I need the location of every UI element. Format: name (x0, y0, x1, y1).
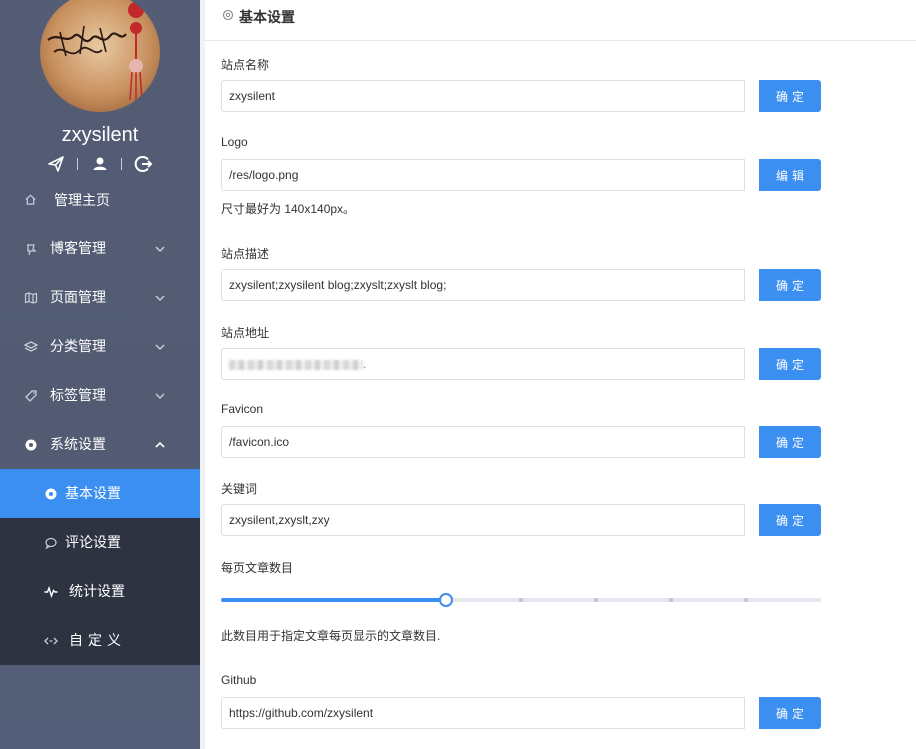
sidebar-item-basic-settings[interactable]: 基本设置 (0, 469, 200, 518)
logo-input[interactable]: /res/logo.png (221, 159, 745, 191)
sidebar-item-label: 分类管理 (50, 338, 106, 354)
page-size-hint: 此数目用于指定文章每页显示的文章数目. (221, 629, 441, 643)
slider-stop (519, 598, 523, 602)
logout-icon[interactable] (134, 154, 154, 174)
username: zxysilent (61, 124, 139, 146)
slider-stop (744, 598, 748, 602)
sidebar-item-categories[interactable]: 分类管理 (0, 322, 200, 371)
pulse-icon (44, 585, 58, 599)
site-desc-input[interactable]: zxysilent;zxysilent blog;zxyslt;zxyslt b… (221, 269, 745, 301)
slider-handle[interactable] (439, 593, 453, 607)
separator (77, 158, 78, 170)
sidebar-item-pages[interactable]: 页面管理 (0, 273, 200, 322)
page-header: 基本设置 (205, 0, 916, 41)
sidebar-item-label: 评论设置 (65, 534, 121, 550)
redacted-url (229, 359, 363, 370)
system-settings-submenu: 基本设置 评论设置 统计设置 自定义 (0, 469, 200, 665)
comment-icon (45, 537, 57, 550)
sidebar-item-label: 标签管理 (50, 387, 106, 403)
site-name-confirm-button[interactable]: 确定 (759, 80, 821, 112)
slider-stop (669, 598, 673, 602)
url-suffix: . (363, 357, 367, 371)
site-url-input[interactable]: . (221, 348, 745, 380)
sidebar-item-custom[interactable]: 自定义 (0, 616, 200, 665)
site-desc-confirm-button[interactable]: 确定 (759, 269, 821, 301)
favicon-label: Favicon (221, 402, 264, 416)
code-icon (44, 637, 58, 645)
sidebar-item-label: 博客管理 (50, 240, 106, 256)
slider-stop (594, 598, 598, 602)
site-name-label: 站点名称 (221, 58, 270, 72)
github-label: Github (221, 673, 257, 687)
logo-hint: 尺寸最好为 140x140px。 (221, 202, 356, 216)
layers-icon (24, 341, 38, 352)
chevron-down-icon (155, 344, 165, 351)
site-url-label: 站点地址 (221, 326, 270, 340)
sidebar-item-label: 统计设置 (69, 583, 125, 599)
user-actions (46, 154, 156, 174)
sidebar-item-label: 基本设置 (65, 485, 121, 501)
sidebar: zxysilent 管理主页 博客管理 页面管理 分类管理 标签管理 系统设置 … (0, 0, 200, 749)
sidebar-item-label: 系统设置 (50, 436, 106, 452)
user-icon[interactable] (90, 154, 110, 174)
slider-fill (221, 598, 446, 602)
logo-edit-button[interactable]: 编辑 (759, 159, 821, 191)
keywords-confirm-button[interactable]: 确定 (759, 504, 821, 536)
chevron-up-icon (155, 441, 165, 448)
sidebar-item-tags[interactable]: 标签管理 (0, 371, 200, 420)
sidebar-item-label: 页面管理 (50, 289, 106, 305)
home-icon (25, 194, 36, 205)
site-name-input[interactable]: zxysilent (221, 80, 745, 112)
map-icon (24, 292, 38, 304)
site-url-confirm-button[interactable]: 确定 (759, 348, 821, 380)
sidebar-item-stats-settings[interactable]: 统计设置 (0, 567, 200, 616)
chevron-down-icon (155, 295, 165, 302)
sidebar-item-system-settings[interactable]: 系统设置 (0, 420, 200, 469)
settings-icon (45, 488, 57, 500)
sidebar-item-label: 自定义 (69, 632, 126, 648)
signature-logo (47, 2, 144, 102)
favicon-input[interactable]: /favicon.ico (221, 426, 745, 458)
logo-label: Logo (221, 135, 248, 149)
tag-icon (25, 390, 37, 402)
separator (121, 158, 122, 170)
chevron-down-icon (155, 246, 165, 253)
sidebar-item-blog[interactable]: 博客管理 (0, 224, 200, 273)
github-confirm-button[interactable]: 确定 (759, 697, 821, 729)
sidebar-item-comment-settings[interactable]: 评论设置 (0, 518, 200, 567)
page-title: 基本设置 (239, 9, 295, 25)
avatar[interactable] (40, 0, 160, 112)
sidebar-menu: 管理主页 博客管理 页面管理 分类管理 标签管理 系统设置 基本设置 评论设置 … (0, 176, 200, 665)
keywords-input[interactable]: zxysilent,zxyslt,zxy (221, 504, 745, 536)
site-desc-label: 站点描述 (221, 247, 270, 261)
sidebar-item-label: 管理主页 (54, 192, 110, 208)
main-content: 基本设置 站点名称 zxysilent 确定 Logo /res/logo.pn… (205, 0, 916, 749)
send-icon[interactable] (46, 154, 66, 174)
settings-icon (222, 9, 234, 21)
keywords-label: 关键词 (221, 482, 258, 496)
page-size-slider[interactable] (221, 593, 821, 607)
pushpin-icon (27, 244, 37, 256)
page-size-label: 每页文章数目 (221, 561, 294, 575)
github-input[interactable]: https://github.com/zxysilent (221, 697, 745, 729)
favicon-confirm-button[interactable]: 确定 (759, 426, 821, 458)
sidebar-item-home[interactable]: 管理主页 (0, 176, 200, 224)
settings-icon (25, 439, 37, 451)
chevron-down-icon (155, 393, 165, 400)
